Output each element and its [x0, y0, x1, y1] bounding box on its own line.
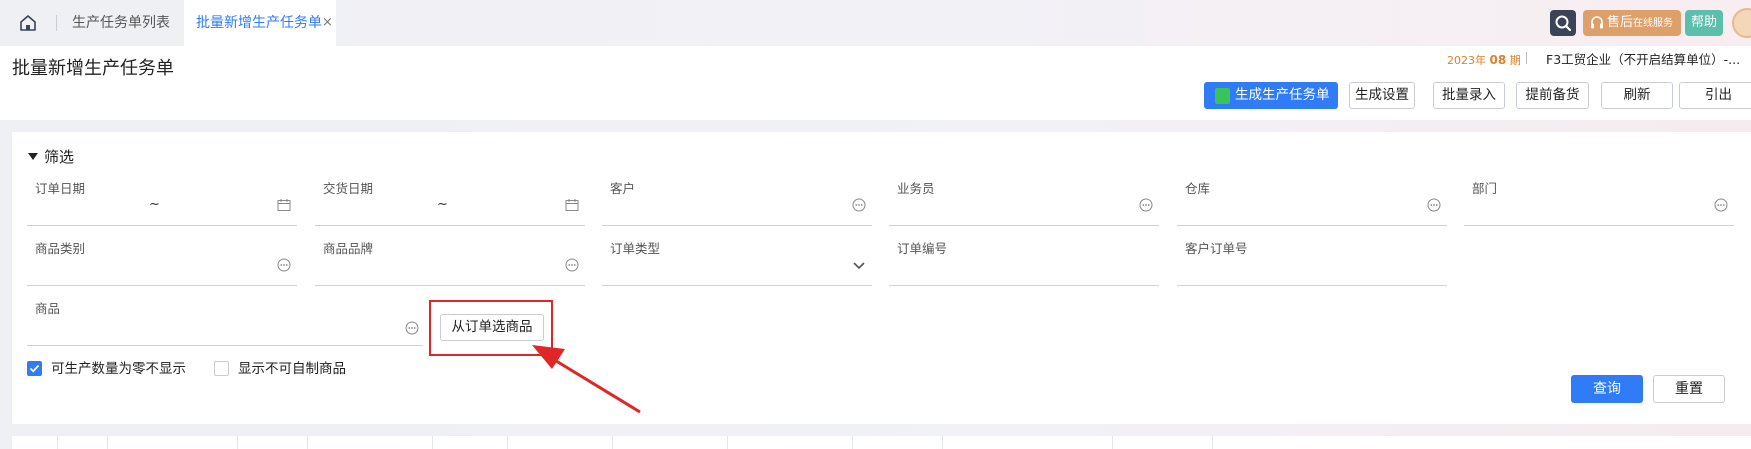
brand-label: 商品品牌 — [323, 241, 374, 256]
column-divider — [507, 436, 508, 449]
period-year: 2023年 — [1447, 54, 1486, 67]
column-divider — [107, 436, 108, 449]
range-separator: ~ — [149, 197, 160, 212]
accounting-period[interactable]: 2023年 08 期 — [1447, 52, 1521, 68]
after-sales-label: 售后 — [1607, 15, 1634, 30]
order-date-label: 订单日期 — [35, 181, 86, 196]
query-button[interactable]: 查询 — [1571, 375, 1643, 403]
annotation-highlight-box — [429, 300, 553, 356]
more-icon[interactable] — [852, 198, 866, 212]
more-icon[interactable] — [405, 321, 419, 335]
delivery-date-label: 交货日期 — [323, 181, 374, 196]
brand-field[interactable]: 商品品牌 — [315, 238, 585, 286]
category-field[interactable]: 商品类别 — [27, 238, 297, 286]
column-divider — [852, 436, 853, 449]
salesman-label: 业务员 — [897, 181, 935, 196]
tab-batch-add-label: 批量新增生产任务单 — [196, 15, 322, 31]
search-button[interactable] — [1550, 10, 1576, 36]
customer-label: 客户 — [610, 181, 636, 196]
chevron-down-icon[interactable] — [852, 258, 866, 272]
column-divider — [727, 436, 728, 449]
column-divider — [1212, 436, 1213, 449]
customer-order-no-field[interactable]: 客户订单号 — [1177, 238, 1447, 286]
order-no-label: 订单编号 — [897, 241, 948, 256]
checkbox-box[interactable] — [27, 361, 42, 376]
column-divider — [942, 436, 943, 449]
salesman-field[interactable]: 业务员 — [889, 178, 1159, 226]
page-title: 批量新增生产任务单 — [12, 58, 174, 79]
caret-down-icon — [28, 153, 38, 160]
more-icon[interactable] — [1427, 198, 1441, 212]
customer-field[interactable]: 客户 — [602, 178, 872, 226]
result-table-header — [12, 436, 1751, 449]
filter-toggle[interactable]: 筛选 — [28, 146, 74, 167]
range-separator: ~ — [437, 197, 448, 212]
search-icon — [1555, 15, 1572, 32]
column-divider — [432, 436, 433, 449]
column-divider — [612, 436, 613, 449]
department-label: 部门 — [1472, 181, 1498, 196]
calendar-icon[interactable] — [277, 198, 291, 212]
page-header: 批量新增生产任务单 2023年 08 期 F3工贸企业（不开启结算单位）-...… — [0, 46, 1751, 120]
department-field[interactable]: 部门 — [1464, 178, 1734, 226]
avatar[interactable] — [1732, 8, 1751, 38]
hide-zero-label: 可生产数量为零不显示 — [51, 361, 186, 377]
category-label: 商品类别 — [35, 241, 86, 256]
generate-task-label: 生成生产任务单 — [1235, 87, 1330, 103]
more-icon[interactable] — [277, 258, 291, 272]
generate-task-button[interactable]: 生成生产任务单 — [1204, 82, 1338, 109]
document-icon — [1215, 88, 1230, 104]
prestock-button[interactable]: 提前备货 — [1516, 82, 1589, 109]
order-no-field[interactable]: 订单编号 — [889, 238, 1159, 286]
generate-settings-button[interactable]: 生成设置 — [1349, 82, 1415, 109]
product-label: 商品 — [35, 301, 61, 316]
column-divider — [57, 436, 58, 449]
product-field[interactable]: 商品 — [27, 298, 423, 346]
top-tab-bar: 生产任务单列表 批量新增生产任务单 × 售后在线服务 帮助 — [0, 0, 1751, 46]
period-unit: 期 — [1509, 54, 1521, 67]
filter-panel: 筛选 订单日期 ~ 交货日期 ~ 客户 业务员 仓库 部门 商品类别 商品品牌 … — [12, 132, 1751, 424]
after-sales-service-button[interactable]: 售后在线服务 — [1583, 10, 1681, 36]
calendar-icon[interactable] — [565, 198, 579, 212]
more-icon[interactable] — [565, 258, 579, 272]
warehouse-label: 仓库 — [1185, 181, 1211, 196]
export-button[interactable]: 引出 — [1679, 82, 1751, 109]
warehouse-field[interactable]: 仓库 — [1177, 178, 1447, 226]
show-non-self-made-label: 显示不可自制商品 — [238, 361, 346, 377]
show-non-self-made-checkbox[interactable]: 显示不可自制商品 — [214, 360, 346, 378]
column-divider — [1112, 436, 1113, 449]
tab-task-list[interactable]: 生产任务单列表 — [72, 0, 170, 46]
help-button[interactable]: 帮助 — [1685, 10, 1723, 36]
delivery-date-field[interactable]: 交货日期 ~ — [315, 178, 585, 226]
hide-zero-checkbox[interactable]: 可生产数量为零不显示 — [27, 360, 186, 378]
refresh-button[interactable]: 刷新 — [1601, 82, 1673, 109]
company-selector[interactable]: F3工贸企业（不开启结算单位）-... — [1546, 49, 1740, 68]
order-type-select[interactable]: 订单类型 — [602, 238, 872, 286]
tab-batch-add[interactable]: 批量新增生产任务单 × — [184, 0, 336, 46]
close-icon[interactable]: × — [322, 0, 333, 46]
checkmark-icon — [29, 364, 40, 373]
headset-icon — [1591, 16, 1603, 29]
after-sales-sub-label: 在线服务 — [1633, 18, 1674, 29]
checkbox-box[interactable] — [214, 361, 229, 376]
order-date-field[interactable]: 订单日期 ~ — [27, 178, 297, 226]
batch-entry-button[interactable]: 批量录入 — [1433, 82, 1505, 109]
order-type-label: 订单类型 — [610, 241, 661, 256]
home-icon[interactable] — [18, 13, 38, 33]
column-divider — [307, 436, 308, 449]
period-divider — [1526, 52, 1527, 64]
customer-order-no-label: 客户订单号 — [1185, 241, 1248, 256]
filter-toggle-label: 筛选 — [44, 148, 75, 166]
more-icon[interactable] — [1139, 198, 1153, 212]
reset-button[interactable]: 重置 — [1653, 375, 1725, 403]
period-number: 08 — [1489, 53, 1507, 67]
more-icon[interactable] — [1714, 198, 1728, 212]
tab-divider — [56, 15, 57, 31]
column-divider — [237, 436, 238, 449]
